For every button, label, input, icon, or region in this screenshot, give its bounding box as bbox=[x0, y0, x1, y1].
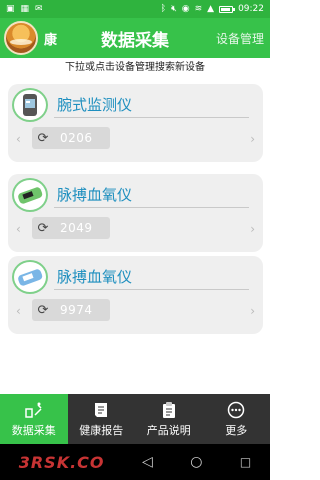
device-code: 9974 bbox=[60, 303, 93, 317]
sync-icon[interactable]: ⟳ bbox=[32, 131, 54, 146]
device-code-box: ⟳ 2049 bbox=[32, 217, 110, 239]
device-card[interactable]: 脉搏血氧仪 ‹ ⟳ 2049 › bbox=[8, 174, 263, 252]
wifi-icon: ≋ bbox=[194, 3, 203, 14]
wrist-monitor-icon bbox=[12, 88, 48, 122]
app-notification-icon: ▣ bbox=[6, 3, 15, 14]
mail-notification-icon: ✉ bbox=[35, 3, 43, 14]
status-bar: ▣ ▦ ✉ ᛒ 🔇︎ ◉ ≋ ▲ 09:22 bbox=[0, 0, 270, 18]
app-header: 康 数据采集 设备管理 bbox=[0, 18, 270, 58]
device-code-box: ⟳ 0206 bbox=[32, 127, 110, 149]
bluetooth-icon: ᛒ bbox=[160, 3, 167, 14]
sync-icon[interactable]: ⟳ bbox=[32, 303, 54, 318]
recents-icon[interactable]: □ bbox=[240, 455, 251, 469]
chevron-right-icon[interactable]: › bbox=[250, 222, 255, 236]
search-hint: 下拉或点击设备管理搜索新设备 bbox=[65, 62, 205, 73]
mute-icon: 🔇︎ bbox=[171, 3, 177, 14]
signal-icon: ▲ bbox=[207, 3, 215, 14]
tab-product-info[interactable]: 产品说明 bbox=[135, 394, 203, 444]
tab-data-collect[interactable]: 数据采集 bbox=[0, 394, 68, 444]
device-name: 脉搏血氧仪 bbox=[57, 186, 133, 204]
chevron-right-icon[interactable]: › bbox=[250, 304, 255, 318]
device-name: 腕式监测仪 bbox=[57, 96, 133, 114]
tab-label: 健康报告 bbox=[79, 423, 124, 437]
pulse-oximeter-blue-icon bbox=[12, 260, 48, 294]
tab-more[interactable]: 更多 bbox=[203, 394, 271, 444]
status-time: 09:22 bbox=[238, 4, 264, 14]
device-card[interactable]: 脉搏血氧仪 ‹ ⟳ 9974 › bbox=[8, 256, 263, 334]
device-code: 0206 bbox=[60, 131, 93, 145]
chevron-left-icon[interactable]: ‹ bbox=[16, 132, 21, 146]
tab-label: 更多 bbox=[225, 423, 248, 437]
home-icon[interactable]: ○ bbox=[190, 454, 202, 470]
user-name: 康 bbox=[44, 32, 58, 48]
tab-label: 产品说明 bbox=[146, 423, 191, 437]
bottom-nav: 数据采集 健康报告 产品说明 更多 bbox=[0, 394, 270, 444]
clipboard-icon bbox=[160, 401, 178, 419]
report-icon bbox=[92, 401, 110, 419]
pulse-oximeter-green-icon bbox=[12, 178, 48, 212]
data-collect-icon bbox=[25, 401, 43, 419]
avatar[interactable] bbox=[4, 21, 38, 55]
tab-label: 数据采集 bbox=[11, 423, 56, 437]
more-icon bbox=[227, 401, 245, 419]
device-code-box: ⟳ 9974 bbox=[32, 299, 110, 321]
image-notification-icon: ▦ bbox=[20, 3, 30, 14]
device-name: 脉搏血氧仪 bbox=[57, 268, 133, 286]
tab-health-report[interactable]: 健康报告 bbox=[68, 394, 136, 444]
chevron-left-icon[interactable]: ‹ bbox=[16, 304, 21, 318]
battery-icon bbox=[219, 5, 236, 13]
device-manage-button[interactable]: 设备管理 bbox=[216, 30, 264, 47]
device-code: 2049 bbox=[60, 221, 93, 235]
chevron-right-icon[interactable]: › bbox=[250, 132, 255, 146]
device-card[interactable]: 腕式监测仪 ‹ ⟳ 0206 › bbox=[8, 84, 263, 162]
eye-icon: ◉ bbox=[181, 3, 190, 14]
back-icon[interactable]: ◁ bbox=[142, 454, 153, 470]
system-nav-bar: 3RSK.CO ◁ ○ □ bbox=[0, 444, 270, 480]
watermark: 3RSK.CO bbox=[18, 452, 105, 472]
chevron-left-icon[interactable]: ‹ bbox=[16, 222, 21, 236]
sync-icon[interactable]: ⟳ bbox=[32, 221, 54, 236]
